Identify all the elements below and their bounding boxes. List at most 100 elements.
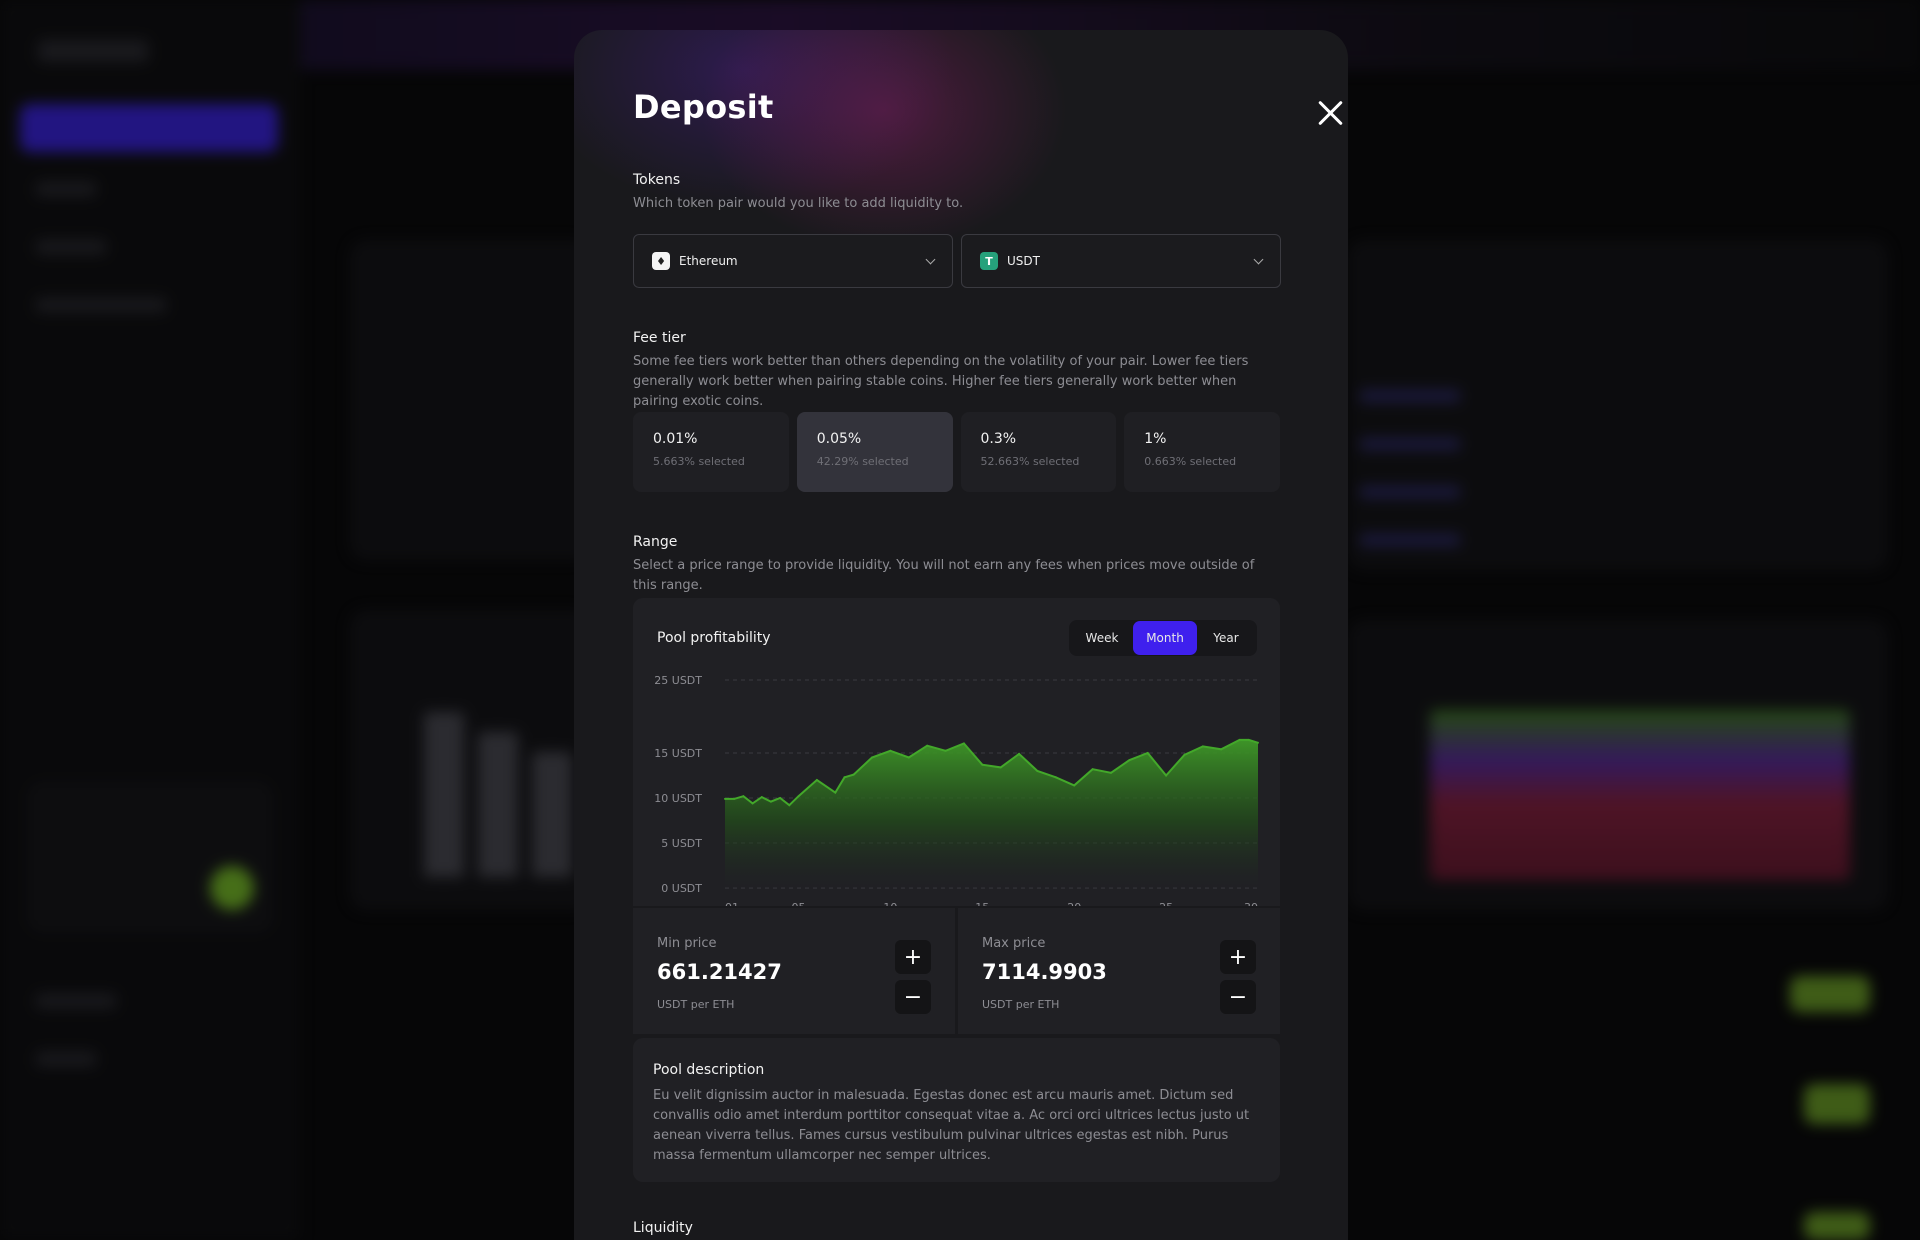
min-price-label: Min price [657, 936, 717, 951]
profitability-point [981, 763, 984, 766]
background-row [1360, 534, 1460, 546]
y-tick-label: 0 USDT [661, 882, 702, 895]
y-tick-label: 5 USDT [661, 837, 702, 850]
close-icon[interactable] [1308, 94, 1348, 140]
fee-tier-description: Some fee tiers work better than others d… [633, 354, 1249, 409]
pool-profitability-card: Pool profitability Week Month Year 0 USD… [633, 598, 1280, 906]
background-area-chart [1430, 710, 1850, 880]
fee-tier-value: 0.05% [816, 431, 862, 447]
pool-description-card: Pool description Eu velit dignissim auct… [633, 1038, 1280, 1182]
fee-tier-options: 0.01% 5.663% selected 0.05% 42.29% selec… [633, 412, 1280, 492]
liquidity-title: Liquidity [633, 1220, 693, 1236]
deposit-modal: Deposit Tokens Which token pair would yo… [574, 30, 1348, 1240]
fee-tier-value: 0.3% [980, 431, 1017, 447]
fee-tier-title: Fee tier [633, 330, 686, 346]
profitability-point [779, 797, 782, 799]
tether-icon: T [980, 252, 998, 270]
background-button [1804, 1212, 1870, 1240]
min-price-value: 661.21427 [657, 960, 782, 984]
min-price-increase-button[interactable]: + [895, 940, 931, 974]
background-bar [478, 732, 518, 877]
fee-tier-selected-share: 0.663% selected [1144, 455, 1237, 468]
background-logo [38, 40, 148, 62]
min-price-unit: USDT per ETH [657, 998, 735, 1011]
profitability-point [742, 795, 745, 798]
token-a-select[interactable]: ♦ Ethereum [633, 234, 953, 288]
fee-tier-option[interactable]: 0.3% 52.663% selected [960, 412, 1117, 492]
pool-description-text: Eu velit dignissim auctor in malesuada. … [653, 1088, 1250, 1163]
profitability-point [1220, 748, 1223, 751]
fee-tier-option-selected[interactable]: 0.05% 42.29% selected [796, 412, 953, 492]
background-row [1360, 486, 1460, 498]
tokens-title: Tokens [633, 172, 681, 188]
profitability-point [999, 766, 1002, 769]
pool-description-title: Pool description [653, 1062, 765, 1078]
max-price-value: 7114.9903 [982, 960, 1107, 984]
tokens-description: Which token pair would you like to add l… [633, 196, 964, 211]
x-tick-label: 15 [975, 901, 989, 906]
profitability-point [724, 797, 726, 800]
ethereum-icon: ♦ [652, 252, 670, 270]
profitability-point [1073, 784, 1076, 787]
profitability-point [843, 776, 846, 779]
profitability-point [834, 791, 837, 794]
background-promo-button [210, 866, 254, 910]
profitability-point [889, 749, 892, 752]
max-price-increase-button[interactable]: + [1220, 940, 1256, 974]
fee-tier-option[interactable]: 1% 0.663% selected [1124, 412, 1280, 492]
fee-tier-option[interactable]: 0.01% 5.663% selected [633, 412, 789, 492]
profitability-point [769, 800, 772, 803]
background-nav-active [20, 104, 278, 152]
background-row [1360, 390, 1460, 402]
profitability-point [907, 756, 910, 759]
x-tick-label: 30 [1244, 901, 1258, 906]
min-price-panel: Min price 661.21427 USDT per ETH + − [633, 908, 955, 1034]
profitability-point [1247, 738, 1250, 741]
background-nav-item [36, 994, 116, 1008]
token-b-label: USDT [1007, 254, 1040, 268]
profitability-point [1257, 741, 1259, 744]
profitability-point [852, 773, 855, 776]
profitability-point [1128, 759, 1131, 762]
background-nav-item [36, 240, 106, 254]
max-price-label: Max price [982, 936, 1046, 951]
chevron-down-icon [1253, 254, 1264, 264]
profitability-point [1109, 771, 1112, 774]
fee-tier-value: 0.01% [653, 431, 698, 447]
profitability-point [751, 802, 754, 805]
profitability-point [1146, 752, 1149, 754]
x-tick-label: 01 [725, 901, 739, 906]
token-b-select[interactable]: T USDT [961, 234, 1281, 288]
profitability-point [733, 797, 736, 800]
fee-tier-value: 1% [1144, 431, 1167, 447]
profitability-point [1165, 774, 1168, 777]
profitability-point [944, 749, 947, 752]
x-tick-label: 25 [1159, 901, 1173, 906]
range-title: Range [633, 534, 678, 550]
max-price-decrease-button[interactable]: − [1220, 980, 1256, 1014]
x-tick-label: 10 [883, 901, 897, 906]
x-tick-label: 05 [792, 901, 806, 906]
profitability-point [797, 795, 800, 798]
profitability-point [1201, 745, 1204, 748]
chevron-down-icon [925, 254, 936, 264]
token-a-label: Ethereum [679, 254, 738, 268]
x-tick-label: 20 [1067, 901, 1081, 906]
profitability-point [1054, 776, 1057, 779]
background-nav-item [36, 182, 96, 196]
modal-title: Deposit [633, 88, 774, 126]
background-button [1790, 976, 1870, 1012]
profitability-point [815, 779, 818, 781]
fee-tier-selected-share: 52.663% selected [980, 455, 1080, 468]
range-description: Select a price range to provide liquidit… [633, 558, 1255, 593]
max-price-unit: USDT per ETH [982, 998, 1060, 1011]
profitability-point [962, 742, 965, 745]
min-price-decrease-button[interactable]: − [895, 980, 931, 1014]
profitability-point [788, 804, 791, 807]
background-table [1348, 240, 1888, 570]
profitability-point [1091, 768, 1094, 771]
pool-profitability-chart: 0 USDT 5 USDT 10 USDT 15 USDT 25 USDT 01 05 10 1… [654, 674, 1259, 906]
fee-tier-selected-share: 5.663% selected [653, 455, 745, 468]
background-bar [424, 712, 464, 877]
profitability-point [1238, 738, 1241, 741]
